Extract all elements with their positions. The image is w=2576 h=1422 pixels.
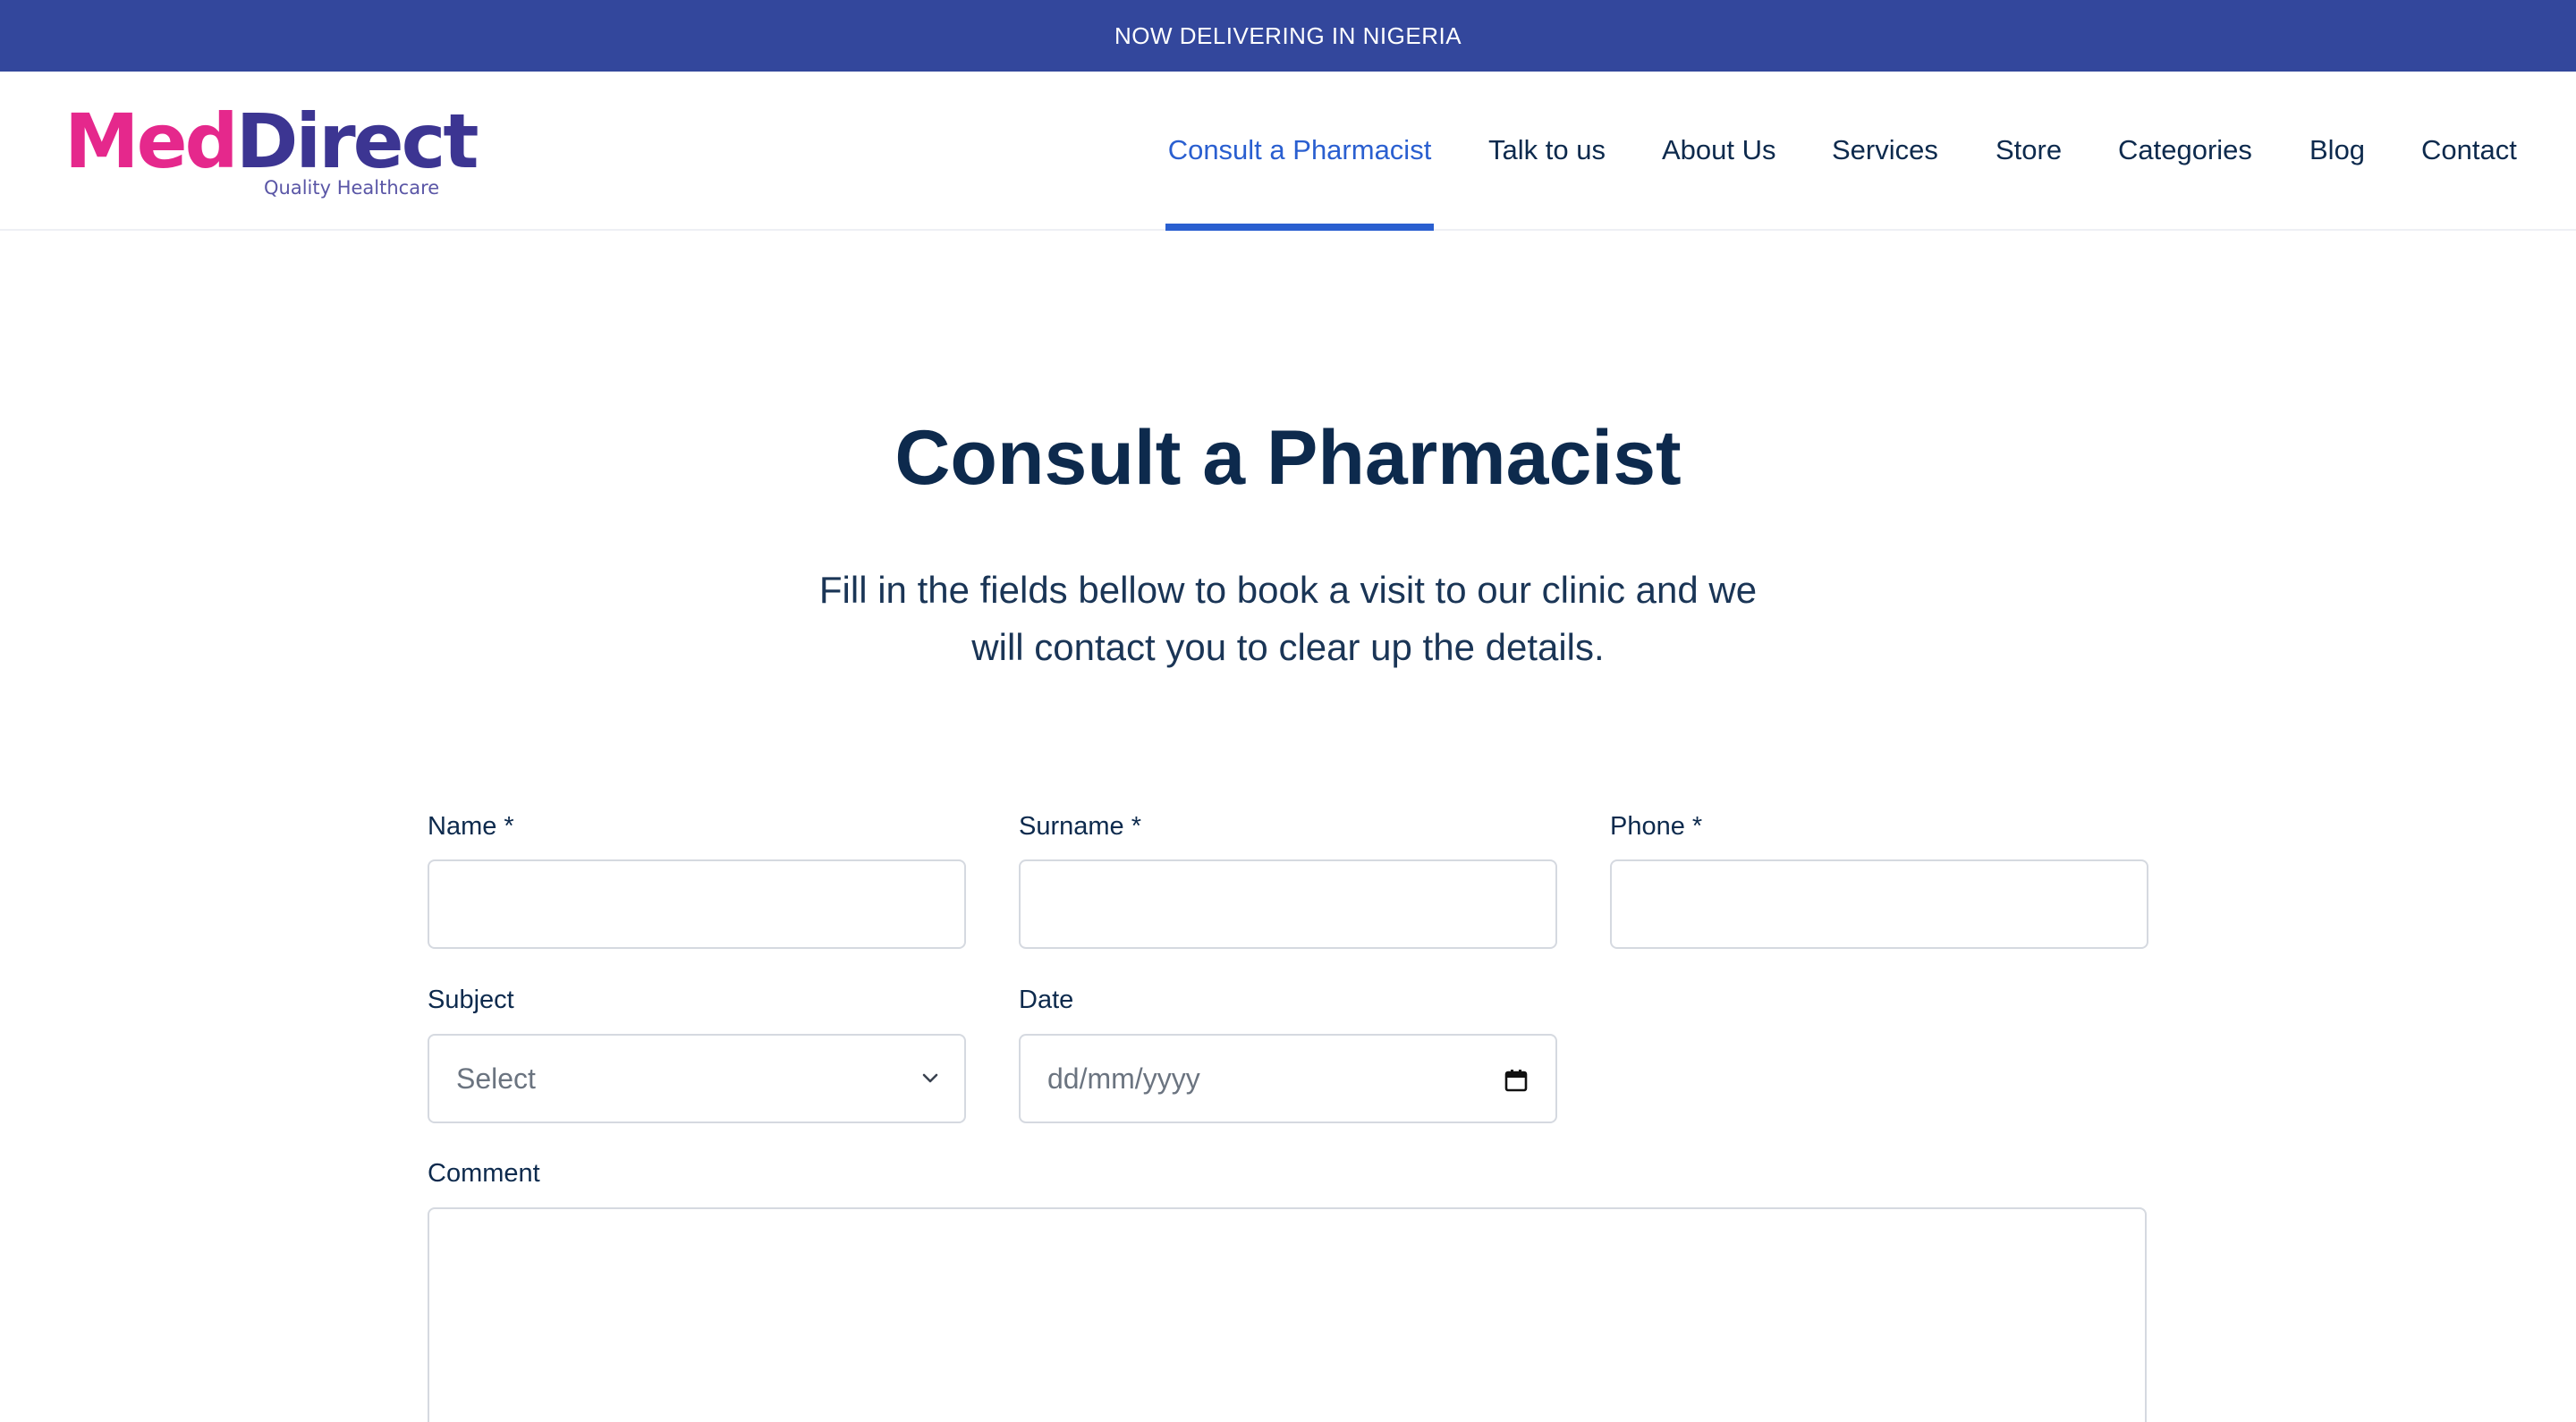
- comment-textarea[interactable]: [428, 1207, 2147, 1422]
- subject-selected-value: Select: [456, 1062, 536, 1095]
- main-nav: Consult a Pharmacist Talk to us About Us…: [0, 72, 2576, 231]
- intro-line-1: Fill in the fields bellow to book a visi…: [818, 569, 1758, 611]
- surname-input[interactable]: [1019, 859, 1557, 949]
- intro-text: Fill in the fields bellow to book a visi…: [787, 562, 1789, 676]
- nav-item-about-us[interactable]: About Us: [1662, 134, 1776, 166]
- nav-item-blog[interactable]: Blog: [2309, 134, 2365, 166]
- phone-label: Phone *: [1610, 812, 1703, 841]
- nav-item-categories[interactable]: Categories: [2118, 134, 2252, 166]
- subject-label: Subject: [428, 986, 514, 1014]
- nav-item-consult-a-pharmacist[interactable]: Consult a Pharmacist: [1165, 134, 1434, 166]
- subject-select[interactable]: Select: [428, 1034, 966, 1123]
- nav-item-talk-to-us[interactable]: Talk to us: [1488, 134, 1606, 166]
- date-input[interactable]: dd/mm/yyyy: [1019, 1034, 1557, 1123]
- name-label: Name *: [428, 812, 514, 841]
- nav-item-store[interactable]: Store: [1996, 134, 2062, 166]
- announcement-text: NOW DELIVERING IN NIGERIA: [1114, 21, 1462, 49]
- nav-item-contact[interactable]: Contact: [2421, 134, 2517, 166]
- calendar-icon[interactable]: [1504, 1068, 1529, 1093]
- date-placeholder: dd/mm/yyyy: [1047, 1062, 1200, 1095]
- site-header: MedDirect Quality Healthcare Consult a P…: [0, 72, 2576, 231]
- phone-input[interactable]: [1610, 859, 2148, 949]
- active-nav-indicator: [1165, 224, 1434, 231]
- nav-item-services[interactable]: Services: [1832, 134, 1938, 166]
- intro-line-2: will contact you to clear up the details…: [971, 626, 1605, 668]
- comment-label: Comment: [428, 1159, 540, 1188]
- date-label: Date: [1019, 986, 1074, 1014]
- page-title: Consult a Pharmacist: [894, 415, 1682, 501]
- surname-label: Surname *: [1019, 812, 1142, 841]
- chevron-down-icon: [922, 1073, 938, 1083]
- announcement-bar: NOW DELIVERING IN NIGERIA: [0, 0, 2576, 72]
- name-input[interactable]: [428, 859, 966, 949]
